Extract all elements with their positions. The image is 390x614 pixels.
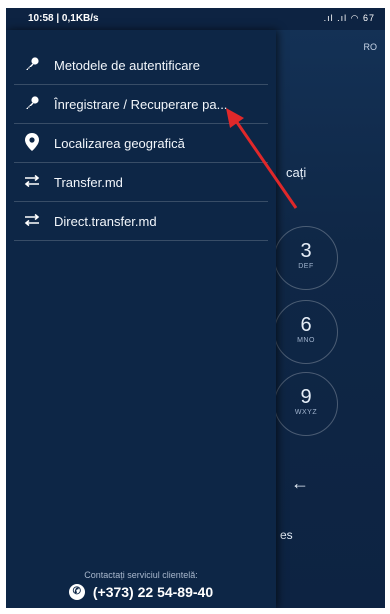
dial-key-letters: WXYZ — [294, 409, 318, 416]
drawer-footer: Contactați serviciul clientelă: ✆ (+373)… — [6, 570, 276, 608]
transfer-arrows-icon — [20, 213, 44, 229]
phone-link[interactable]: ✆ (+373) 22 54-89-40 — [6, 584, 276, 600]
menu-item-label: Metodele de autentificare — [54, 57, 200, 73]
contact-label: Contactați serviciul clientelă: — [84, 570, 198, 580]
app-screen: RO cați 3 DEF 6 MNO 9 WXYZ ← es 10:58 | … — [6, 8, 385, 608]
phone-icon: ✆ — [68, 584, 85, 600]
dial-key-letters: DEF — [298, 263, 314, 270]
menu-item-authentication-methods[interactable]: Metodele de autentificare — [14, 46, 268, 85]
status-icons: .ıl .ıl ◠ 67 — [323, 13, 375, 23]
phone-number: (+373) 22 54-89-40 — [92, 584, 214, 600]
dial-key-digit: 6 — [300, 314, 312, 336]
transfer-arrows-icon — [20, 174, 44, 190]
dial-key-letters: MNO — [297, 337, 315, 344]
menu-item-label: Înregistrare / Recuperare pa... — [54, 96, 228, 112]
menu-item-label: Direct.transfer.md — [54, 213, 157, 229]
language-selector[interactable]: RO — [364, 42, 378, 52]
status-bar: 10:58 | 0,1KB/s .ıl .ıl ◠ 67 — [6, 8, 385, 30]
key-icon — [20, 56, 44, 75]
dial-key-digit: 9 — [300, 386, 312, 408]
dial-key-6[interactable]: 6 MNO — [274, 300, 338, 364]
key-icon — [20, 95, 44, 114]
menu-item-label: Localizarea geografică — [54, 135, 185, 151]
menu-item-label: Transfer.md — [54, 174, 123, 190]
location-pin-icon — [20, 132, 44, 154]
annotation-arrow-icon — [226, 108, 298, 209]
dial-key-3[interactable]: 3 DEF — [274, 226, 338, 290]
dial-key-9[interactable]: 9 WXYZ — [274, 372, 338, 436]
status-time: 10:58 | 0,1KB/s — [28, 13, 99, 24]
dial-key-digit: 3 — [300, 240, 312, 262]
back-arrow-icon[interactable]: ← — [291, 473, 309, 494]
background-partial-text-bottom: es — [280, 528, 293, 542]
